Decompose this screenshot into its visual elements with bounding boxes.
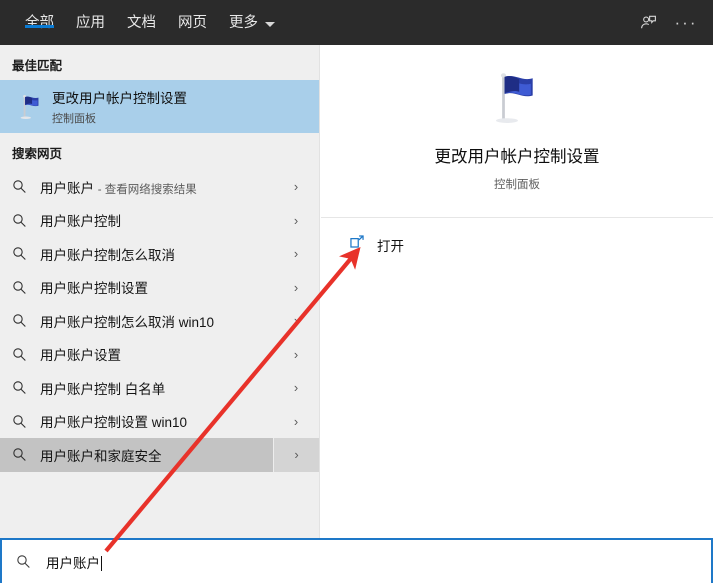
magnifier-icon bbox=[12, 213, 40, 228]
web-result-label: 用户账户控制怎么取消 bbox=[40, 244, 175, 264]
web-search-heading: 搜索网页 bbox=[12, 147, 63, 161]
web-result-label: 用户账户控制 bbox=[40, 210, 121, 230]
preview-subtitle: 控制面板 bbox=[494, 179, 540, 191]
search-input-text-wrap: 用户账户 bbox=[46, 552, 102, 572]
web-result-text: 用户账户控制怎么取消 win10 bbox=[40, 314, 215, 330]
web-result-text: 用户账户控制设置 bbox=[40, 281, 148, 297]
web-result-text: 用户账户控制怎么取消 bbox=[40, 247, 175, 263]
web-result-label: 用户账户控制 白名单 bbox=[40, 378, 165, 398]
chevron-right-icon[interactable]: › bbox=[273, 271, 319, 305]
tab-more-label: 更多 bbox=[229, 15, 258, 31]
chevron-right-icon[interactable]: › bbox=[273, 204, 319, 238]
chevron-right-icon[interactable]: › bbox=[273, 438, 319, 472]
person-feedback-icon bbox=[640, 15, 656, 29]
open-action[interactable]: 打开 bbox=[321, 218, 713, 255]
web-result-row[interactable]: 用户账户控制设置 win10 › bbox=[0, 405, 319, 439]
web-result-label: 用户账户控制怎么取消 win10 bbox=[40, 311, 214, 331]
web-result-text: 用户账户控制 白名单 bbox=[40, 381, 166, 397]
magnifier-icon bbox=[12, 447, 40, 462]
best-match-item[interactable]: 更改用户帐户控制设置 控制面板 bbox=[0, 80, 319, 133]
web-result-row[interactable]: 用户账户 - 查看网络搜索结果 › bbox=[0, 170, 319, 204]
web-result-label: 用户账户和家庭安全 bbox=[40, 445, 162, 465]
magnifier-icon bbox=[12, 280, 40, 295]
open-action-label: 打开 bbox=[377, 238, 404, 254]
uac-blue-flag-glyph bbox=[496, 73, 533, 123]
text-cursor bbox=[101, 555, 102, 571]
web-result-label: 用户账户控制设置 bbox=[40, 277, 148, 297]
web-result-suffix: - 查看网络搜索结果 bbox=[97, 183, 197, 196]
uac-blue-flag-icon bbox=[486, 70, 548, 131]
best-match-title: 更改用户帐户控制设置 bbox=[52, 91, 187, 106]
best-match-text: 更改用户帐户控制设置 控制面板 bbox=[52, 87, 187, 126]
web-result-label: 用户账户设置 bbox=[40, 344, 121, 364]
chevron-right-icon[interactable]: › bbox=[273, 170, 319, 204]
best-match-heading: 最佳匹配 bbox=[12, 59, 63, 73]
tab-web[interactable]: 网页 bbox=[167, 0, 218, 31]
web-results-list: 用户账户 - 查看网络搜索结果 › 用户账户控制 › 用户账户控制怎么取消 › … bbox=[0, 170, 319, 472]
chevron-down-icon bbox=[265, 22, 275, 28]
tab-apps[interactable]: 应用 bbox=[65, 0, 116, 31]
chevron-right-icon[interactable]: › bbox=[273, 371, 319, 405]
tab-apps-label: 应用 bbox=[76, 15, 105, 31]
windows-search-panel: 全部 应用 文档 网页 更多 ··· 最佳匹配 更改用户帐户控制设置 控制面板 … bbox=[0, 0, 713, 583]
uac-blue-flag-glyph bbox=[20, 94, 39, 119]
web-result-row[interactable]: 用户账户设置 › bbox=[0, 338, 319, 372]
search-input-value: 用户账户 bbox=[46, 555, 100, 571]
web-result-text: 用户账户 bbox=[40, 180, 94, 196]
tab-documents[interactable]: 文档 bbox=[116, 0, 167, 31]
web-result-row-hovered[interactable]: 用户账户和家庭安全 › bbox=[0, 438, 319, 472]
magnifier-icon bbox=[12, 179, 40, 194]
chevron-right-icon[interactable]: › bbox=[273, 237, 319, 271]
chevron-right-icon[interactable]: › bbox=[273, 405, 319, 439]
web-result-text: 用户账户设置 bbox=[40, 348, 121, 364]
search-input[interactable]: 用户账户 bbox=[0, 538, 713, 583]
results-pane: 最佳匹配 更改用户帐户控制设置 控制面板 搜索网页 用户账户 - 查看网络搜索结… bbox=[0, 45, 320, 538]
overflow-menu-label: ··· bbox=[674, 12, 698, 32]
magnifier-icon bbox=[12, 380, 40, 395]
uac-blue-flag-icon bbox=[10, 94, 52, 120]
preview-card: 更改用户帐户控制设置 控制面板 bbox=[321, 45, 713, 218]
search-header: 全部 应用 文档 网页 更多 ··· bbox=[0, 0, 713, 45]
overflow-menu-button[interactable]: ··· bbox=[669, 7, 703, 39]
header-actions: ··· bbox=[631, 0, 703, 45]
feedback-button[interactable] bbox=[631, 7, 665, 39]
web-result-label: 用户账户控制设置 win10 bbox=[40, 411, 187, 431]
preview-pane: 更改用户帐户控制设置 控制面板 打开 bbox=[321, 45, 713, 538]
magnifier-icon bbox=[12, 414, 40, 429]
magnifier-icon bbox=[12, 246, 40, 261]
web-result-row[interactable]: 用户账户控制 › bbox=[0, 204, 319, 238]
magnifier-icon bbox=[16, 554, 46, 569]
tab-all-label: 全部 bbox=[25, 15, 54, 31]
tab-more[interactable]: 更多 bbox=[218, 0, 286, 31]
open-external-icon bbox=[349, 234, 365, 255]
web-result-row[interactable]: 用户账户控制怎么取消 › bbox=[0, 237, 319, 271]
chevron-right-icon[interactable]: › bbox=[273, 338, 319, 372]
web-result-text: 用户账户控制 bbox=[40, 214, 121, 230]
filter-tabs: 全部 应用 文档 网页 更多 bbox=[0, 0, 286, 45]
web-result-row[interactable]: 用户账户控制 白名单 › bbox=[0, 371, 319, 405]
web-result-row[interactable]: 用户账户控制设置 › bbox=[0, 271, 319, 305]
tab-documents-label: 文档 bbox=[127, 15, 156, 31]
web-result-text: 用户账户和家庭安全 bbox=[40, 448, 162, 464]
tab-web-label: 网页 bbox=[178, 15, 207, 31]
chevron-right-icon[interactable]: › bbox=[273, 304, 319, 338]
magnifier-icon bbox=[12, 313, 40, 328]
web-result-text: 用户账户控制设置 win10 bbox=[40, 415, 188, 431]
best-match-subtitle: 控制面板 bbox=[52, 113, 96, 125]
magnifier-icon bbox=[12, 347, 40, 362]
preview-title: 更改用户帐户控制设置 bbox=[434, 148, 600, 166]
tab-all[interactable]: 全部 bbox=[14, 0, 65, 31]
web-result-label: 用户账户 - 查看网络搜索结果 bbox=[40, 177, 197, 197]
web-result-row[interactable]: 用户账户控制怎么取消 win10 › bbox=[0, 304, 319, 338]
